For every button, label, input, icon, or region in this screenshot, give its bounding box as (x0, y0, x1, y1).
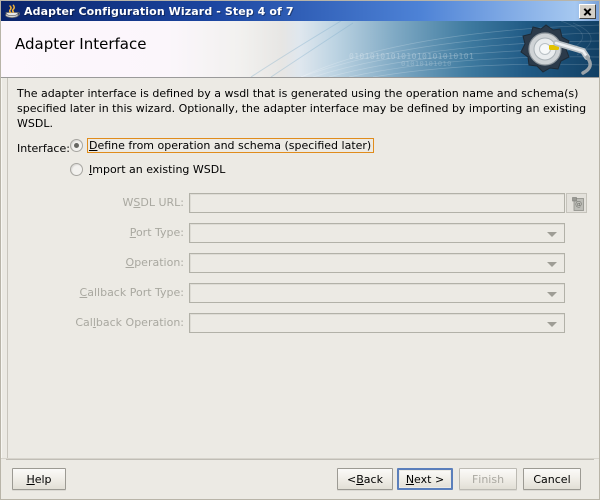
chevron-down-icon-callback-operation (547, 322, 557, 327)
cancel-rest: ancel (541, 472, 571, 486)
label-rest-cb-port: allback Port Type: (87, 286, 184, 299)
next-rest: ext > (414, 472, 445, 486)
cancel-mnemonic: C (533, 472, 542, 486)
label-callback-operation: Callback Operation: (75, 316, 184, 329)
chevron-down-icon-operation (547, 262, 557, 267)
button-bar-separator (6, 459, 594, 460)
select-operation[interactable] (189, 253, 565, 273)
label-operation: Operation: (126, 256, 184, 269)
chevron-down-icon-port-type (547, 232, 557, 237)
back-button[interactable]: < Back (337, 468, 393, 490)
radio-icon-define[interactable] (70, 139, 83, 152)
radio-text-define: efine from operation and schema (specifi… (97, 139, 372, 152)
label-prefix-cb-op: Cal (75, 316, 93, 329)
help-button[interactable]: Help (12, 468, 66, 490)
label-rest-wsdl: DL URL: (140, 196, 184, 209)
svg-text:@: @ (575, 201, 582, 209)
back-rest: ack (363, 472, 383, 486)
radio-icon-import[interactable] (70, 163, 83, 176)
button-bar: Help < Back Next > Finish Cancel (1, 458, 599, 499)
radio-label-import: Import an existing WSDL (87, 162, 228, 177)
radio-text-import: mport an existing WSDL (92, 163, 226, 176)
finish-button: Finish (459, 468, 517, 490)
label-wrap-callback-operation: Callback Operation: (68, 313, 184, 334)
label-rest-cb-op: back Operation: (95, 316, 184, 329)
label-wrap-wsdl-url: WSDL URL: (68, 193, 185, 214)
radio-option-import-existing-wsdl[interactable]: Import an existing WSDL (70, 162, 228, 177)
back-mnemonic: B (356, 472, 364, 486)
radio-option-define-from-operation[interactable]: Define from operation and schema (specif… (70, 138, 375, 153)
interface-label: Interface: (17, 142, 70, 155)
label-callback-port-type: Callback Port Type: (80, 286, 184, 299)
browse-wsdl-button[interactable]: @ (566, 193, 587, 213)
select-callback-port-type[interactable] (189, 283, 565, 303)
select-port-type[interactable] (189, 223, 565, 243)
cancel-button[interactable]: Cancel (523, 468, 581, 490)
label-wrap-callback-port-type: Callback Port Type: (68, 283, 184, 304)
wizard-banner: 010101010101010101010101 01010101010 Ada… (1, 21, 599, 78)
intro-text: The adapter interface is defined by a ws… (17, 87, 587, 130)
next-mnemonic: N (405, 472, 415, 486)
input-wsdl-url[interactable] (189, 193, 565, 213)
finish-rest: inish (478, 472, 505, 486)
content-inner: The adapter interface is defined by a ws… (7, 78, 598, 458)
wizard-window: Adapter Configuration Wizard - Step 4 of… (0, 0, 600, 500)
help-mnemonic: H (26, 472, 35, 486)
title-bar: Adapter Configuration Wizard - Step 4 of… (1, 1, 599, 21)
select-callback-operation[interactable] (189, 313, 565, 333)
chevron-down-icon-callback-port-type (547, 292, 557, 297)
window-title: Adapter Configuration Wizard - Step 4 of… (24, 4, 294, 18)
help-rest: elp (34, 472, 52, 486)
next-button[interactable]: Next > (397, 468, 453, 490)
label-wrap-port-type: Port Type: (68, 223, 184, 244)
label-rest-operation: peration: (134, 256, 184, 269)
back-prefix: < (347, 472, 357, 486)
java-coffee-cup-icon (4, 3, 21, 19)
close-icon[interactable] (579, 3, 596, 19)
gear-wrench-icon (499, 23, 599, 77)
page-title: Adapter Interface (15, 35, 147, 53)
radio-label-define: Define from operation and schema (specif… (87, 138, 375, 153)
content-pane: The adapter interface is defined by a ws… (1, 78, 599, 458)
banner-binary-line-2: 01010101010 (401, 60, 452, 68)
label-wsdl-url: WSDL URL: (123, 196, 185, 209)
label-mnemonic-operation: O (125, 256, 135, 269)
label-wrap-operation: Operation: (68, 253, 184, 274)
label-rest-port: ort Type: (135, 226, 184, 239)
browse-wsdl-document-icon: @ (571, 197, 584, 211)
label-prefix-wsdl: W (122, 196, 134, 209)
label-port-type: Port Type: (130, 226, 184, 239)
